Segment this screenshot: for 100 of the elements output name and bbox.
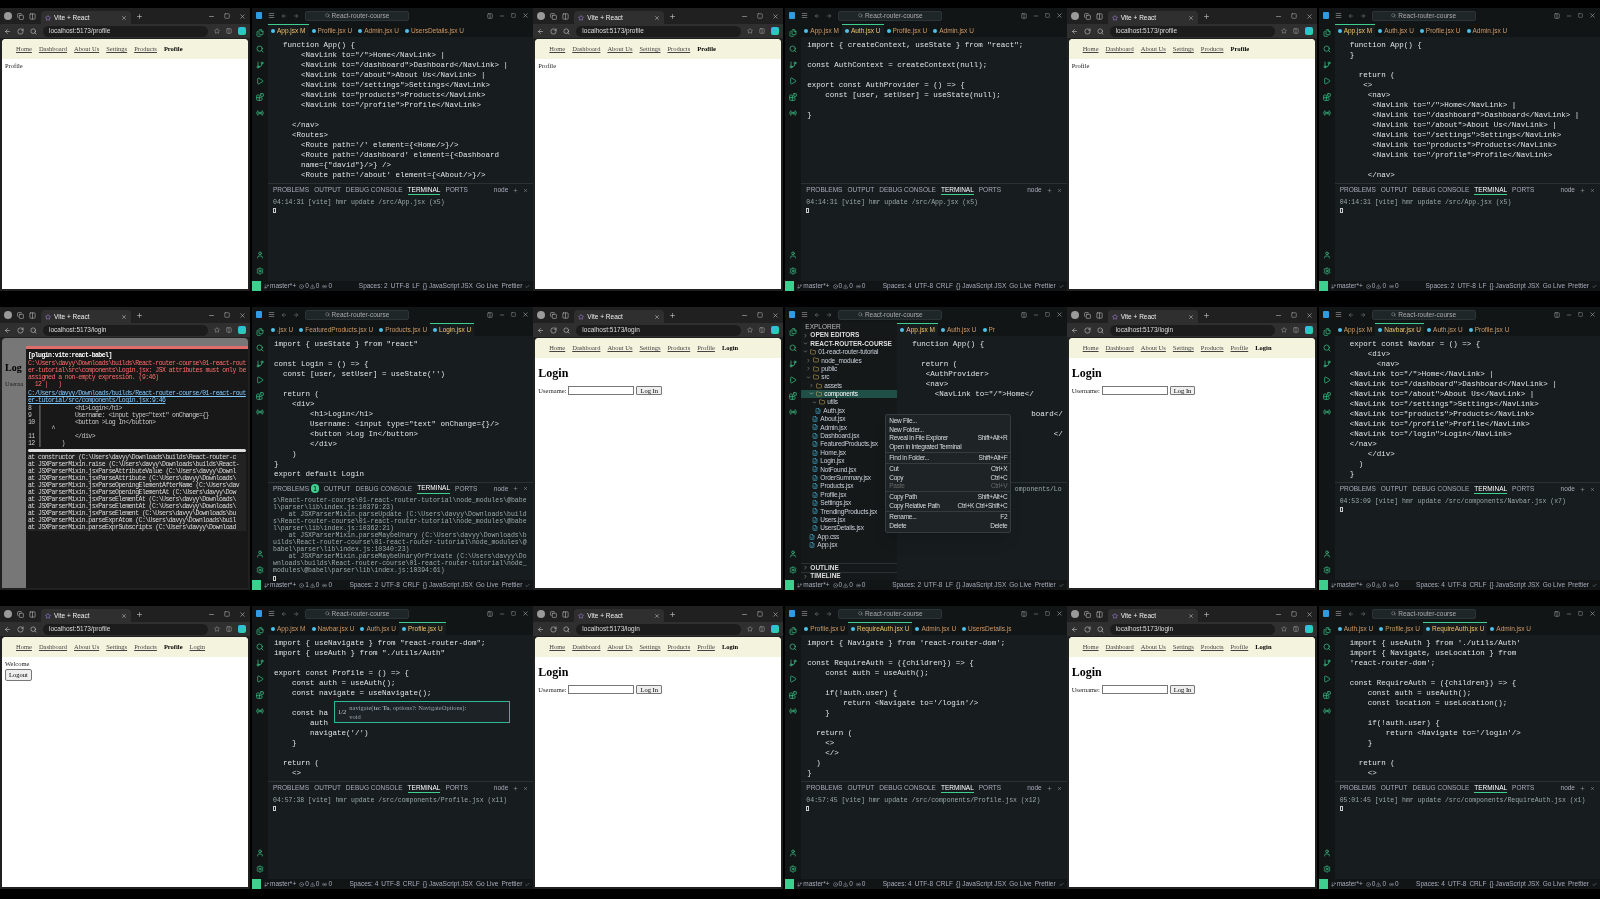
layout-icon[interactable]	[487, 12, 494, 19]
settings-icon[interactable]	[256, 566, 264, 574]
back-icon[interactable]	[814, 311, 821, 318]
maximize-icon[interactable]	[511, 312, 517, 317]
favorite-icon[interactable]	[747, 28, 754, 34]
close-icon[interactable]	[1305, 12, 1313, 20]
extensions-icon[interactable]	[789, 691, 798, 699]
back-icon[interactable]	[814, 610, 821, 617]
run-icon[interactable]	[789, 675, 798, 683]
close-tab-icon[interactable]	[1187, 313, 1194, 320]
menu-icon[interactable]	[801, 311, 809, 318]
maximize-icon[interactable]	[224, 312, 230, 318]
reload-icon[interactable]	[17, 27, 24, 35]
split-screen-icon[interactable]	[226, 327, 232, 333]
back-icon[interactable]	[1070, 625, 1078, 633]
back-icon[interactable]	[1347, 12, 1354, 19]
back-icon[interactable]	[1347, 610, 1354, 617]
new-tab-icon[interactable]	[1202, 610, 1210, 618]
new-terminal-icon[interactable]	[513, 785, 519, 791]
remote-icon[interactable]	[256, 408, 264, 416]
settings-icon[interactable]	[256, 267, 264, 275]
run-icon[interactable]	[256, 675, 264, 683]
favorite-icon[interactable]	[747, 327, 754, 333]
menu-icon[interactable]	[1334, 311, 1342, 318]
new-terminal-icon[interactable]	[1580, 486, 1585, 492]
maximize-icon[interactable]	[224, 13, 230, 19]
extensions-icon[interactable]	[789, 93, 798, 101]
forward-icon[interactable]	[1359, 610, 1366, 617]
close-panel-icon[interactable]	[1590, 785, 1595, 791]
menu-icon[interactable]	[801, 610, 809, 617]
split-screen-icon[interactable]	[759, 327, 766, 333]
back-icon[interactable]	[537, 326, 545, 334]
search-icon[interactable]	[30, 326, 37, 334]
settings-icon[interactable]	[1322, 865, 1331, 873]
tab-actions-icon[interactable]	[1095, 610, 1103, 618]
username-field[interactable]	[568, 685, 635, 695]
maximize-icon[interactable]	[757, 13, 764, 19]
split-screen-icon[interactable]	[1292, 626, 1299, 632]
workspaces-icon[interactable]	[17, 12, 24, 20]
forward-icon[interactable]	[826, 610, 833, 617]
username-field[interactable]	[1101, 386, 1168, 396]
new-tab-icon[interactable]	[669, 311, 677, 319]
favorite-icon[interactable]	[1280, 626, 1287, 632]
close-icon[interactable]	[522, 610, 530, 617]
close-icon[interactable]	[239, 12, 246, 20]
explorer-icon[interactable]	[256, 328, 264, 336]
maximize-icon[interactable]	[1044, 312, 1050, 317]
workspaces-icon[interactable]	[1083, 12, 1091, 20]
explorer-icon[interactable]	[789, 627, 798, 635]
close-icon[interactable]	[1305, 311, 1313, 319]
maximize-icon[interactable]	[511, 611, 517, 616]
close-tab-icon[interactable]	[654, 612, 661, 619]
split-screen-icon[interactable]	[759, 28, 766, 34]
settings-icon[interactable]	[789, 566, 798, 574]
reload-icon[interactable]	[550, 625, 558, 633]
favorite-icon[interactable]	[214, 28, 220, 34]
layout-icon[interactable]	[1554, 610, 1560, 617]
maximize-icon[interactable]	[1578, 611, 1583, 616]
close-panel-icon[interactable]	[1056, 785, 1062, 791]
account-icon[interactable]	[1322, 251, 1331, 259]
settings-icon[interactable]	[1322, 566, 1331, 574]
back-icon[interactable]	[281, 311, 287, 318]
maximize-icon[interactable]	[757, 611, 764, 617]
split-screen-icon[interactable]	[226, 626, 232, 632]
run-icon[interactable]	[256, 77, 264, 85]
back-icon[interactable]	[281, 610, 287, 617]
layout-icon[interactable]	[1554, 311, 1560, 318]
favorite-icon[interactable]	[1280, 327, 1287, 333]
username-field[interactable]	[1101, 685, 1168, 695]
search-icon[interactable]	[563, 326, 571, 334]
account-icon[interactable]	[256, 251, 264, 259]
close-tab-icon[interactable]	[121, 612, 127, 619]
remote-icon[interactable]	[1322, 707, 1331, 715]
maximize-icon[interactable]	[1290, 312, 1297, 318]
search-icon[interactable]	[563, 625, 571, 633]
account-icon[interactable]	[1322, 550, 1331, 558]
close-icon[interactable]	[772, 610, 780, 618]
extensions-icon[interactable]	[789, 392, 798, 400]
close-tab-icon[interactable]	[1187, 14, 1194, 21]
reload-icon[interactable]	[17, 326, 24, 334]
menu-icon[interactable]	[1334, 610, 1342, 617]
close-panel-icon[interactable]	[523, 785, 529, 791]
profile-avatar-icon[interactable]	[4, 311, 12, 319]
reload-icon[interactable]	[550, 27, 558, 35]
new-terminal-icon[interactable]	[1580, 187, 1585, 193]
maximize-icon[interactable]	[1290, 611, 1297, 617]
forward-icon[interactable]	[826, 12, 833, 19]
workspaces-icon[interactable]	[1083, 311, 1091, 319]
forward-icon[interactable]	[1359, 311, 1366, 318]
back-icon[interactable]	[4, 625, 11, 633]
run-icon[interactable]	[789, 376, 798, 384]
search-icon[interactable]	[789, 643, 798, 651]
close-tab-icon[interactable]	[654, 313, 661, 320]
new-tab-icon[interactable]	[669, 610, 677, 618]
account-icon[interactable]	[256, 849, 264, 857]
source-control-icon[interactable]	[256, 659, 264, 667]
account-icon[interactable]	[789, 550, 798, 558]
layout-icon[interactable]	[1020, 12, 1027, 19]
forward-icon[interactable]	[293, 610, 299, 617]
forward-icon[interactable]	[1359, 12, 1366, 19]
